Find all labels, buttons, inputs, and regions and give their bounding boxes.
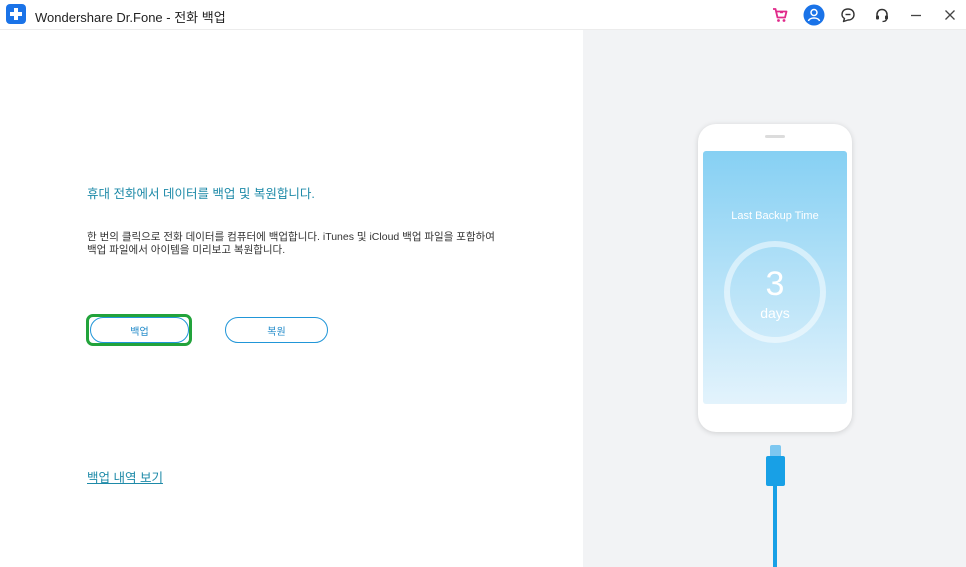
main-panel: 휴대 전화에서 데이터를 백업 및 복원합니다. 한 번의 클릭으로 전화 데이… [0, 30, 583, 567]
account-icon[interactable] [802, 3, 826, 27]
illustration-panel: Last Backup Time 3 days [583, 30, 966, 567]
backup-time-value: 3 [765, 265, 785, 303]
cart-icon[interactable] [768, 3, 792, 27]
description: 한 번의 클릭으로 전화 데이터를 컴퓨터에 백업합니다. iTunes 및 i… [87, 231, 495, 256]
minimize-icon[interactable] [904, 3, 928, 27]
backup-button[interactable]: 백업 [90, 317, 189, 343]
headline: 휴대 전화에서 데이터를 백업 및 복원합니다. [87, 187, 315, 201]
support-headset-icon[interactable] [870, 3, 894, 27]
dr-fone-logo-icon [6, 4, 26, 24]
backup-history-link[interactable]: 백업 내역 보기 [87, 467, 163, 486]
phone-speaker [765, 135, 785, 138]
feedback-icon[interactable] [836, 3, 860, 27]
usb-connector-body [766, 456, 785, 486]
usb-cable-plug-icon [766, 445, 785, 486]
backup-time-unit: days [760, 305, 790, 321]
restore-button[interactable]: 복원 [225, 317, 328, 343]
usb-cable-wire [773, 486, 777, 567]
phone-screen: Last Backup Time 3 days [703, 151, 847, 404]
window-title: Wondershare Dr.Fone - 전화 백업 [35, 10, 226, 25]
close-icon[interactable] [938, 3, 962, 27]
usb-connector-tip [770, 445, 781, 456]
title-bar: Wondershare Dr.Fone - 전화 백업 [0, 0, 966, 30]
backup-time-ring: 3 days [724, 241, 826, 343]
phone-illustration: Last Backup Time 3 days [698, 124, 852, 432]
last-backup-label: Last Backup Time [731, 210, 819, 222]
